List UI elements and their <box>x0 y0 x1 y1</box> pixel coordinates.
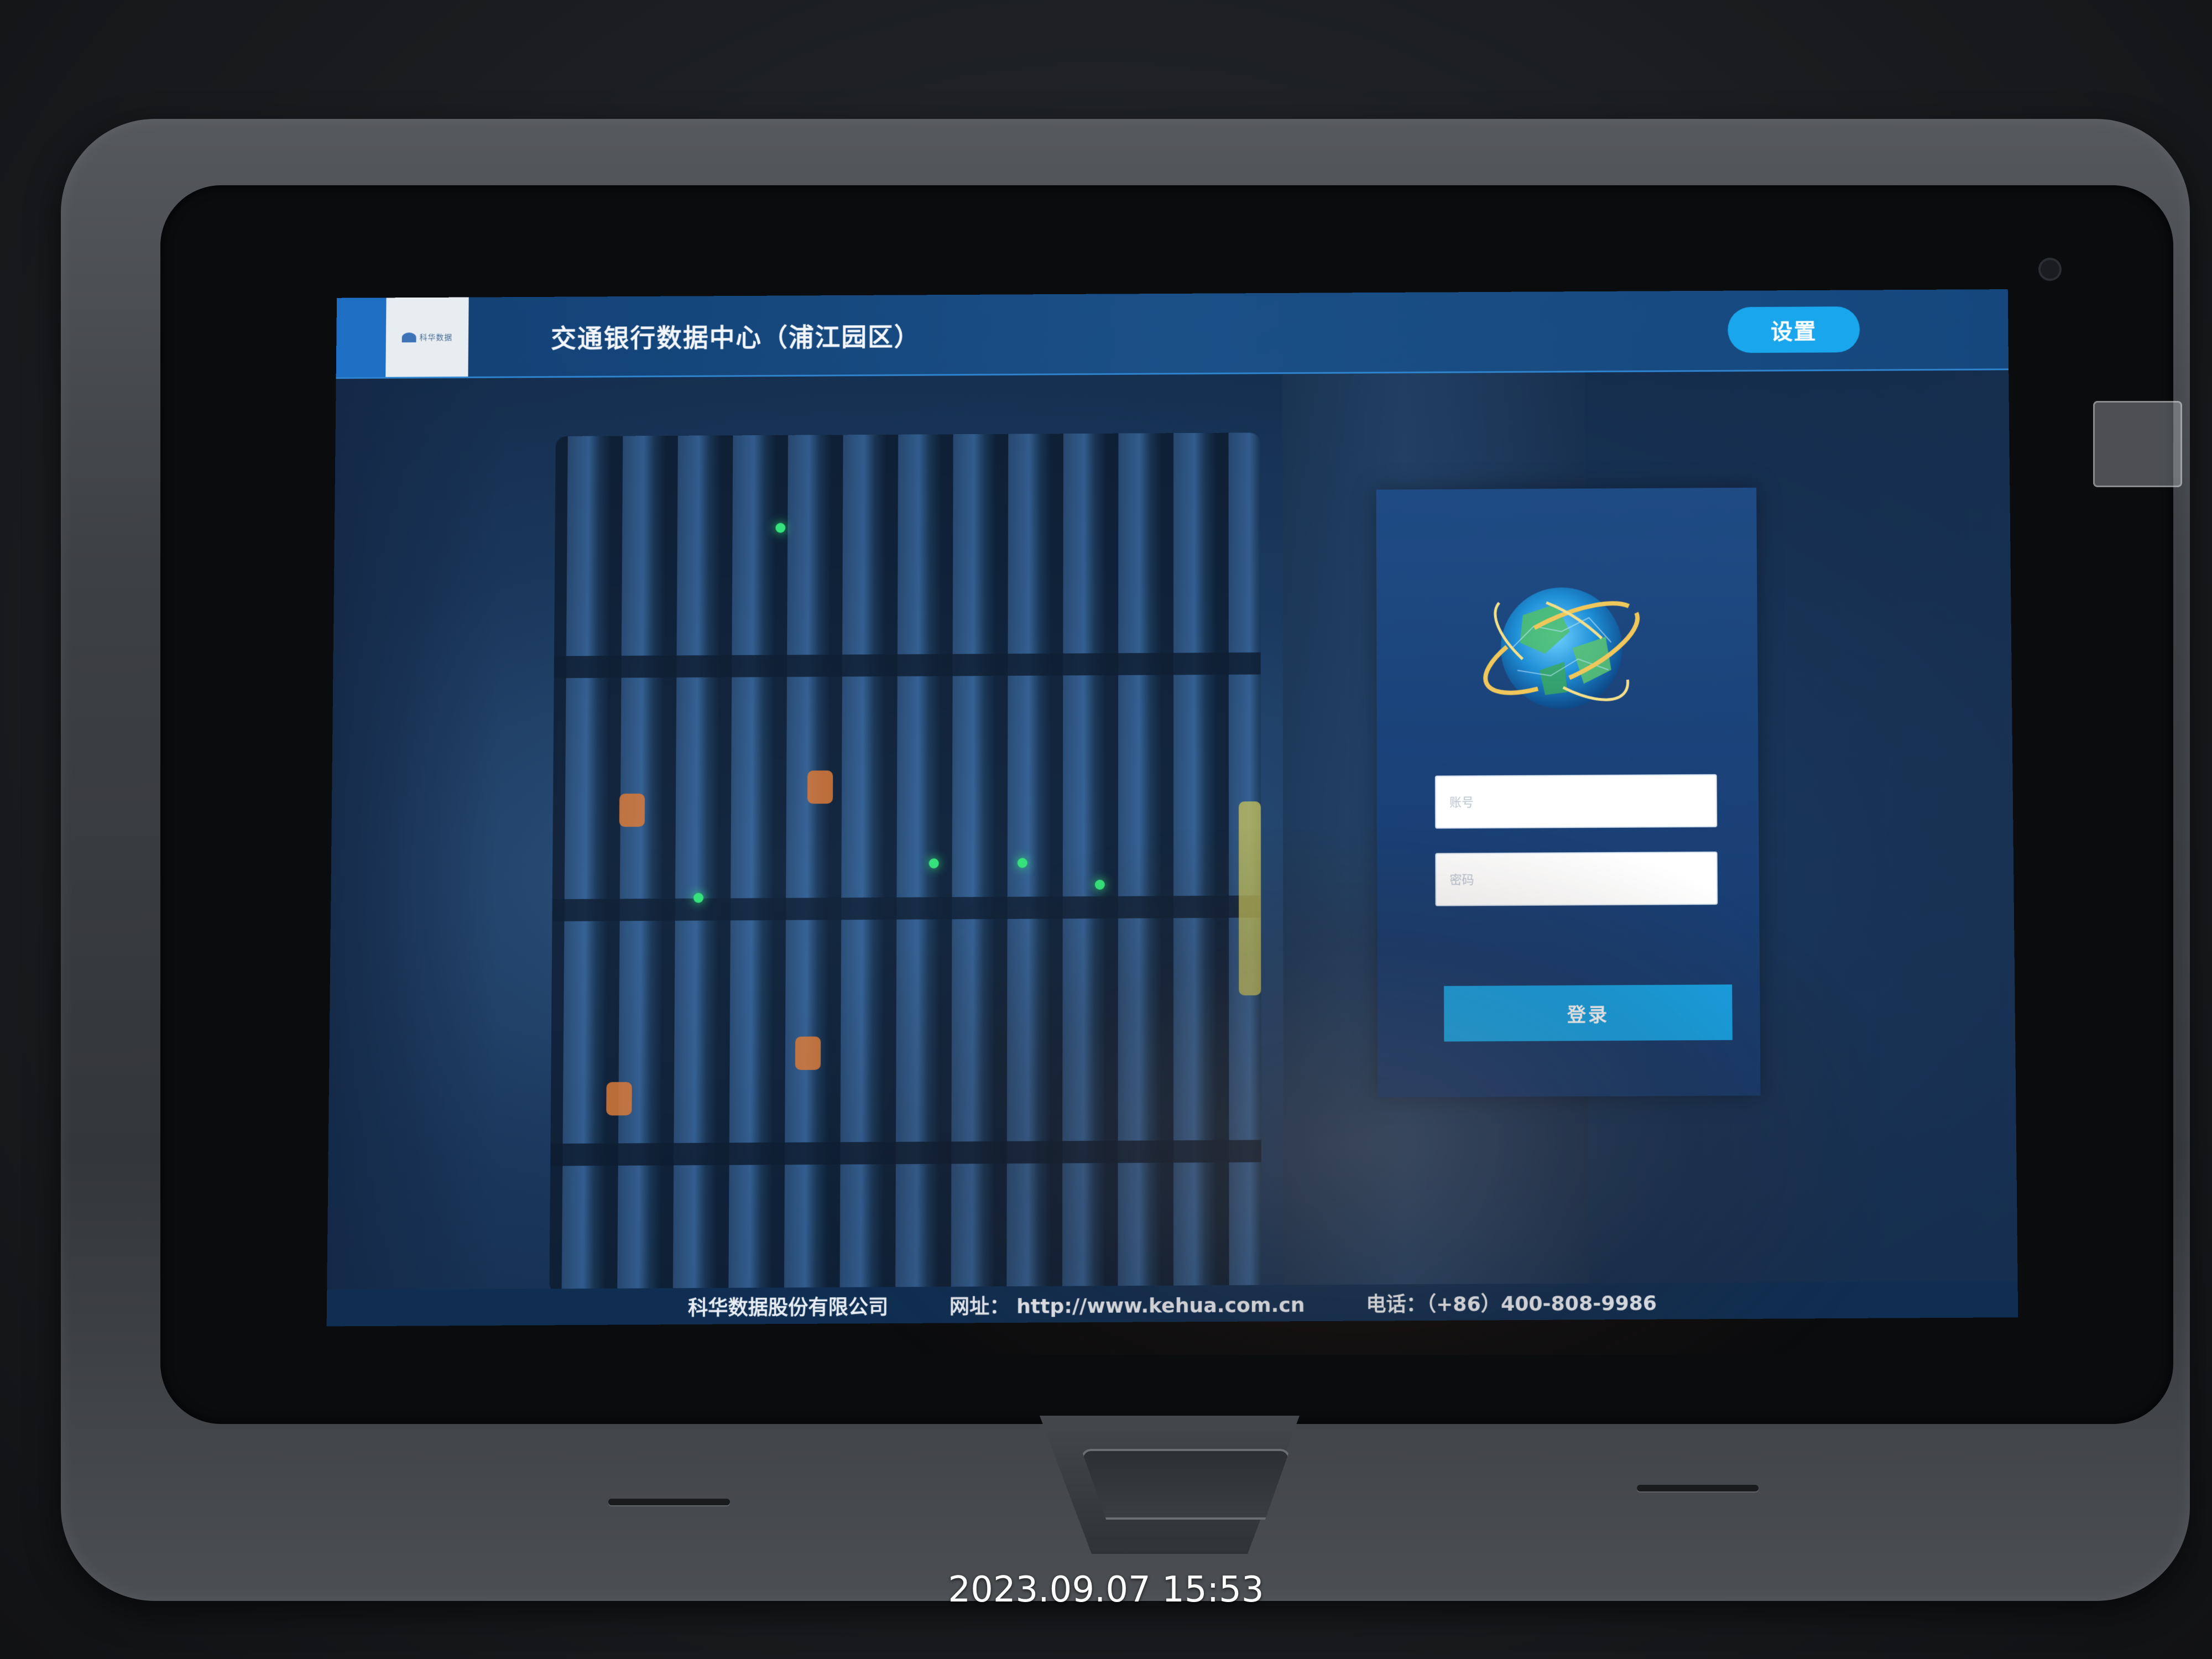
drive-latch <box>807 770 833 804</box>
server-rack-image <box>550 432 1261 1294</box>
password-input[interactable] <box>1435 852 1718 906</box>
app-header: 科华数据 交通银行数据中心（浦江园区） 设置 <box>336 289 2009 379</box>
login-panel: 登录 <box>1376 488 1761 1098</box>
settings-button[interactable]: 设置 <box>1728 306 1860 353</box>
drive-latch <box>619 794 645 827</box>
photo-timestamp: 2023.09.07 15:53 <box>0 1569 2212 1610</box>
status-led <box>693 893 703 903</box>
server-room-background <box>327 368 2017 1290</box>
logo-icon <box>402 332 416 342</box>
company-logo: 科华数据 <box>385 298 468 377</box>
status-led <box>1095 880 1105 890</box>
status-led <box>775 523 785 533</box>
status-led <box>929 858 939 868</box>
footer-phone: 电话：（+86）400-808-9986 <box>1366 1287 1657 1317</box>
drive-latch <box>795 1036 821 1070</box>
footer-website-link[interactable]: 网址： http://www.kehua.com.cn <box>950 1288 1305 1319</box>
page-title: 交通银行数据中心（浦江园区） <box>551 317 921 355</box>
globe-icon <box>1473 565 1650 731</box>
speaker-grille-right <box>1637 1485 1759 1491</box>
logo-accent <box>336 298 387 377</box>
camera-icon <box>2041 260 2059 279</box>
footer-company: 科华数据股份有限公司 <box>688 1291 888 1321</box>
drive-latch <box>606 1082 632 1116</box>
speaker-grille-left <box>608 1499 730 1505</box>
mount-clip <box>2093 401 2182 487</box>
username-input[interactable] <box>1435 774 1717 829</box>
rack-light-strip <box>1239 801 1261 995</box>
app-screen: 科华数据 交通银行数据中心（浦江园区） 设置 登录 <box>327 289 2018 1326</box>
logo-text: 科华数据 <box>419 331 452 342</box>
status-led <box>1018 858 1027 868</box>
login-button[interactable]: 登录 <box>1444 984 1733 1041</box>
home-button[interactable] <box>1081 1449 1290 1520</box>
